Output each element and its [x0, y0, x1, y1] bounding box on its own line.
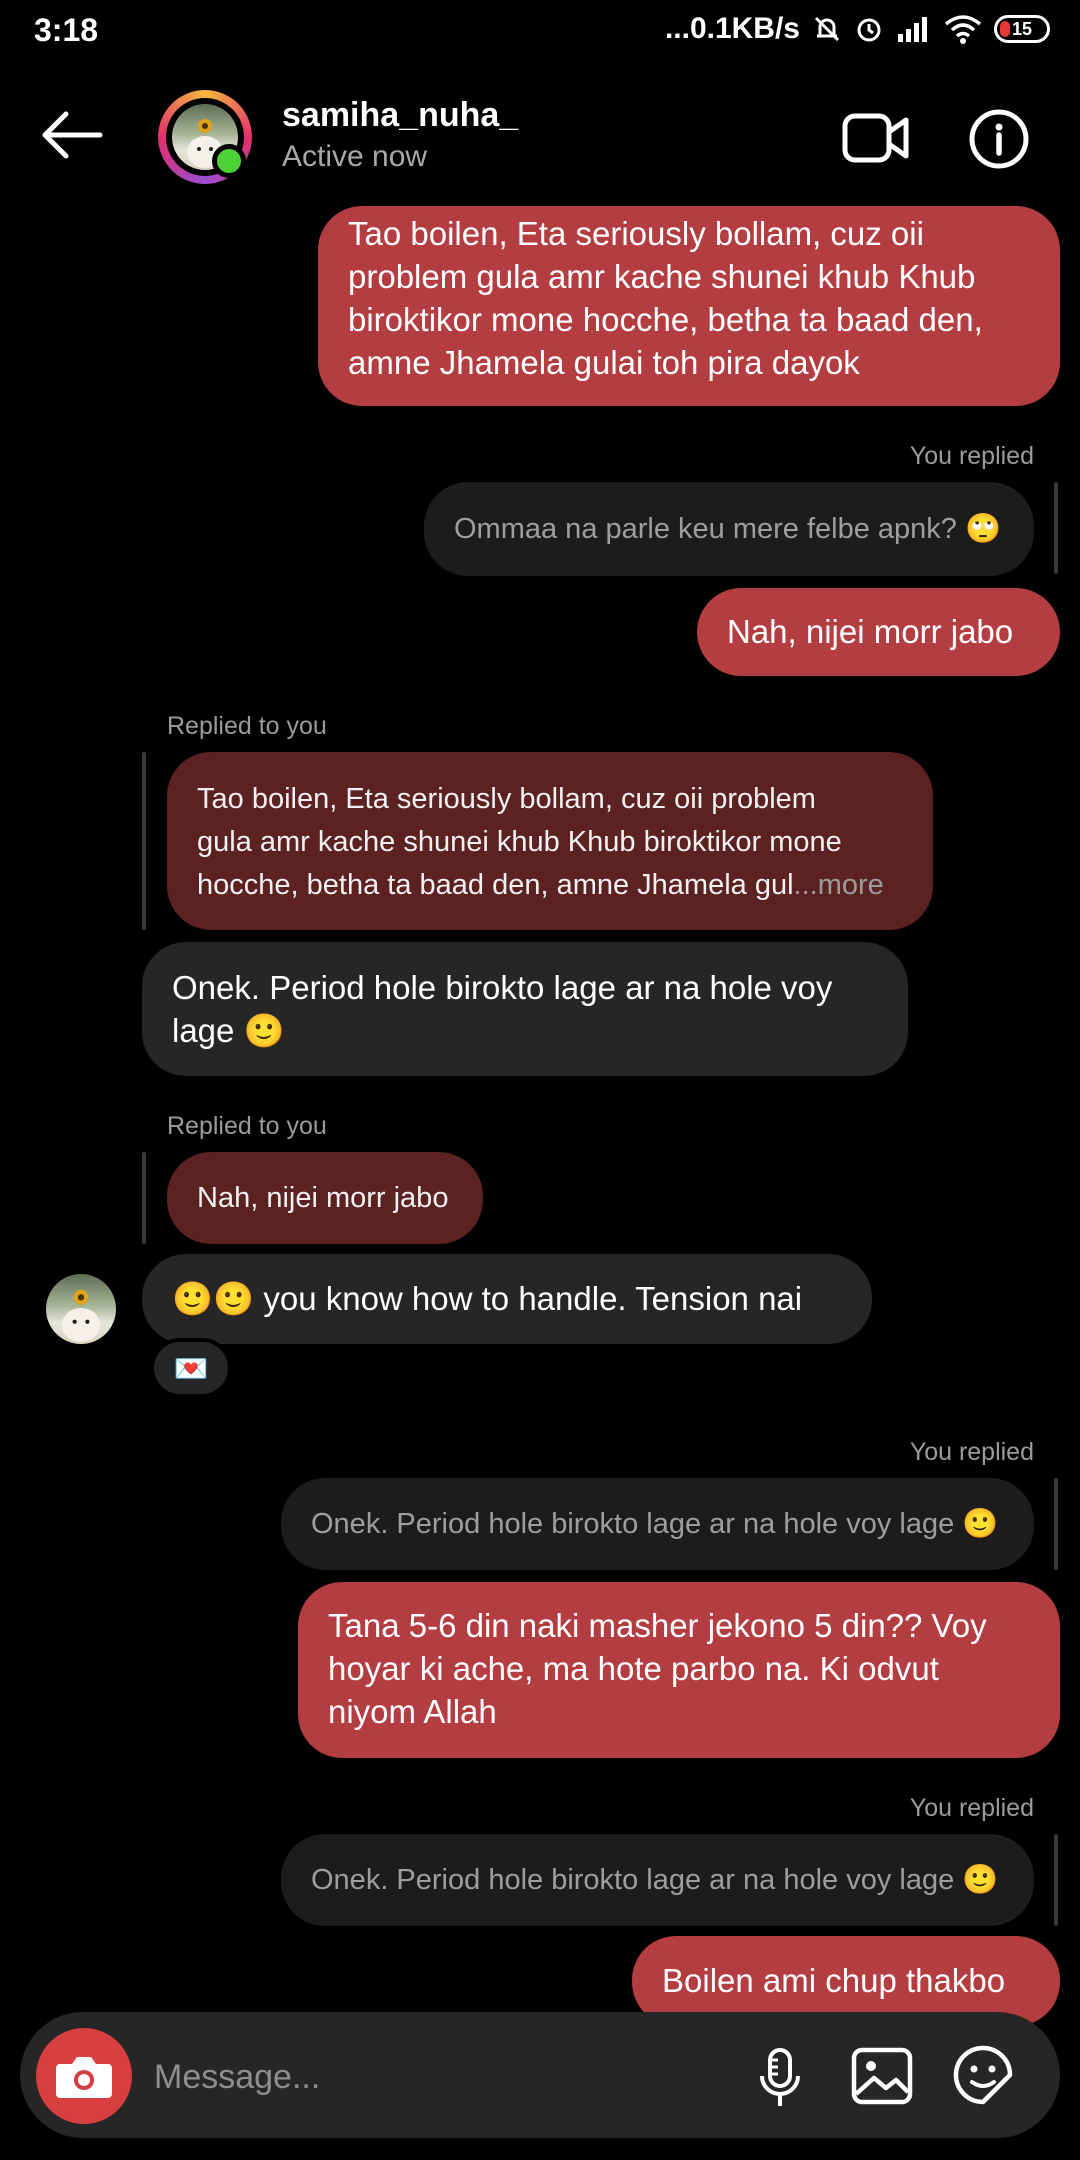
- outgoing-message[interactable]: Nah, nijei morr jabo: [697, 588, 1060, 676]
- quoted-text: Nah, nijei morr jabo: [197, 1182, 449, 1214]
- reaction-emoji: 💌: [173, 1352, 209, 1384]
- status-bar: 3:18 ...0.1KB/s 15: [0, 0, 1080, 62]
- status-icons: ...0.1KB/s 15: [665, 12, 1050, 46]
- quoted-message[interactable]: Nah, nijei morr jabo: [167, 1152, 483, 1244]
- quoted-line: Tao boilen, Eta seriously bollam, cuz oi…: [197, 783, 816, 815]
- message-text: 🙂🙂 you know how to handle. Tension nai: [172, 1280, 803, 1317]
- quoted-line: hocche, betha ta baad den, amne Jhamela …: [197, 864, 903, 907]
- chat-username[interactable]: samiha_nuha_: [282, 96, 518, 135]
- reply-label: Replied to you: [167, 712, 327, 740]
- message-text: Nah, nijei morr jabo: [727, 613, 1014, 650]
- quoted-message[interactable]: Tao boilen, Eta seriously bollam, cuz oi…: [167, 752, 933, 930]
- mic-icon[interactable]: [756, 2046, 804, 2110]
- message-line: problem gula amr kache shunei khub Khub: [348, 258, 976, 295]
- reaction-badge[interactable]: 💌: [150, 1338, 232, 1398]
- quoted-line: gula amr kache shunei khub Khub biroktik…: [197, 826, 842, 858]
- message-line: Tao boilen, Eta seriously bollam, cuz oi…: [348, 215, 924, 252]
- net-speed: ...0.1KB/s: [664, 12, 800, 45]
- reply-label: Replied to you: [167, 1112, 327, 1140]
- alarm-icon: [857, 18, 881, 42]
- quoted-message[interactable]: Ommaa na parle keu mere felbe apnk? 🙄: [424, 482, 1034, 576]
- reply-line: [142, 752, 146, 930]
- camera-button[interactable]: [36, 2028, 132, 2124]
- sticker-icon[interactable]: [952, 2044, 1014, 2106]
- more-link[interactable]: ...more: [794, 869, 884, 901]
- battery-indicator: 15: [994, 15, 1050, 43]
- message-line: hoyar ki ache, ma hote parbo na. Ki odvu…: [328, 1650, 939, 1687]
- status-time: 3:18: [34, 12, 99, 48]
- wifi-icon: [944, 15, 982, 44]
- signal-icon: [898, 17, 927, 42]
- online-indicator: [212, 144, 246, 178]
- message-line: Onek. Period hole birokto lage ar na hol…: [172, 969, 833, 1006]
- quoted-text: Ommaa na parle keu mere felbe apnk? 🙄: [454, 513, 1002, 545]
- message-line: niyom Allah: [328, 1693, 497, 1730]
- back-arrow-icon[interactable]: [40, 110, 104, 160]
- gallery-icon[interactable]: [850, 2046, 914, 2106]
- camera-icon: [56, 2057, 112, 2098]
- quoted-text: Onek. Period hole birokto lage ar na hol…: [311, 1864, 999, 1896]
- reply-line: [1054, 482, 1058, 574]
- info-icon[interactable]: [968, 108, 1030, 170]
- mute-icon: [814, 16, 840, 42]
- message-line: lage 🙂: [172, 1012, 285, 1049]
- reply-line: [1054, 1478, 1058, 1570]
- quoted-text: Onek. Period hole birokto lage ar na hol…: [311, 1508, 999, 1540]
- quoted-line-text: hocche, betha ta baad den, amne Jhamela …: [197, 869, 794, 901]
- message-line: biroktikor mone hocche, betha ta baad de…: [348, 301, 983, 338]
- quoted-message[interactable]: Onek. Period hole birokto lage ar na hol…: [281, 1478, 1034, 1570]
- message-line: Tana 5-6 din naki masher jekono 5 din?? …: [328, 1607, 987, 1644]
- reply-line: [1054, 1834, 1058, 1926]
- reply-label: You replied: [909, 1438, 1034, 1466]
- quoted-message[interactable]: Onek. Period hole birokto lage ar na hol…: [281, 1834, 1034, 1926]
- reply-line: [142, 1152, 146, 1244]
- video-call-icon[interactable]: [842, 110, 910, 166]
- reply-label: You replied: [909, 442, 1034, 470]
- message-input[interactable]: [152, 2044, 736, 2110]
- active-status: Active now: [282, 140, 428, 173]
- outgoing-message[interactable]: Tao boilen, Eta seriously bollam, cuz oi…: [318, 206, 1060, 406]
- outgoing-message[interactable]: Tana 5-6 din naki masher jekono 5 din?? …: [298, 1582, 1060, 1758]
- dog-avatar-icon: [61, 1289, 101, 1342]
- reply-label: You replied: [909, 1794, 1034, 1822]
- sender-avatar[interactable]: [46, 1274, 116, 1344]
- message-line: amne Jhamela gulai toh pira dayok: [348, 344, 860, 381]
- message-text: Boilen ami chup thakbo: [662, 1962, 1006, 1999]
- incoming-message[interactable]: Onek. Period hole birokto lage ar na hol…: [142, 942, 908, 1076]
- battery-level: 15: [1011, 19, 1033, 39]
- incoming-message[interactable]: 🙂🙂 you know how to handle. Tension nai: [142, 1254, 872, 1344]
